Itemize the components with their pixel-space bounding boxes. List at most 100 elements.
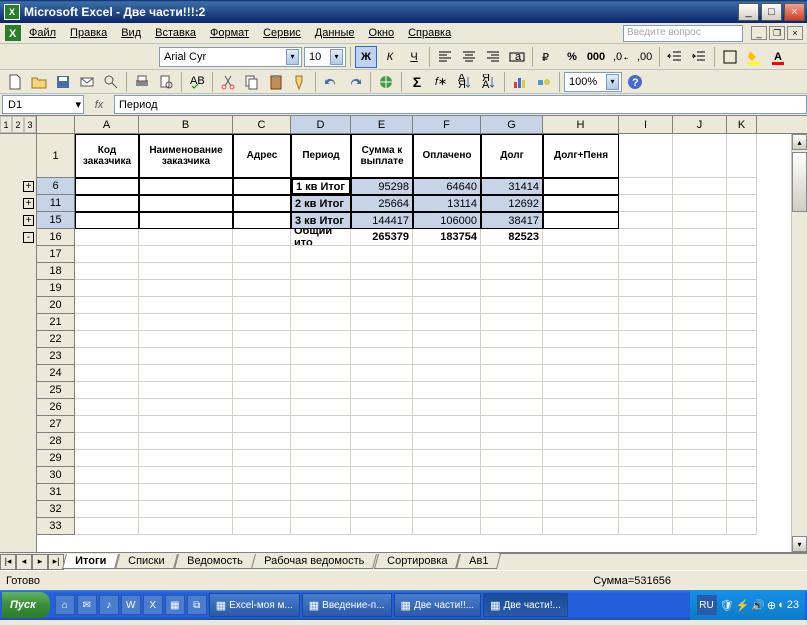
sheet-tab[interactable]: Ав1 [456, 554, 501, 569]
cell[interactable] [481, 501, 543, 518]
quick-launch-icon[interactable]: ♪ [99, 595, 119, 615]
cell[interactable] [543, 399, 619, 416]
tab-nav-first[interactable]: |◂ [0, 554, 16, 570]
cell[interactable] [673, 297, 727, 314]
cell[interactable] [619, 314, 673, 331]
cell[interactable] [673, 246, 727, 263]
menu-insert[interactable]: Вставка [148, 25, 203, 41]
cell[interactable] [481, 484, 543, 501]
grid[interactable]: ABCDEFGHIJK 1Код заказчикаНаименование з… [37, 116, 807, 552]
column-header-H[interactable]: H [543, 116, 619, 133]
row-header[interactable]: 32 [37, 501, 75, 518]
outline-toggle[interactable]: - [23, 232, 34, 243]
sheet-tab[interactable]: Рабочая ведомость [251, 554, 377, 569]
chart-wizard-button[interactable] [509, 71, 531, 93]
cell[interactable] [481, 433, 543, 450]
scroll-thumb[interactable] [792, 152, 807, 212]
tray-icon[interactable]: ⊕ [767, 599, 776, 612]
cell[interactable] [619, 450, 673, 467]
minimize-button[interactable]: _ [738, 3, 759, 21]
cell[interactable] [233, 399, 291, 416]
cell[interactable] [291, 518, 351, 535]
cell[interactable] [673, 229, 727, 246]
cell[interactable] [673, 331, 727, 348]
cell[interactable] [619, 518, 673, 535]
quick-launch-icon[interactable]: ⌂ [55, 595, 75, 615]
cell[interactable] [233, 518, 291, 535]
align-left-button[interactable] [434, 46, 456, 68]
cell[interactable] [619, 297, 673, 314]
row-header[interactable]: 33 [37, 518, 75, 535]
cell[interactable] [233, 314, 291, 331]
menu-data[interactable]: Данные [308, 25, 362, 41]
cell[interactable] [619, 467, 673, 484]
cell[interactable] [619, 501, 673, 518]
vertical-scrollbar[interactable]: ▴ ▾ [791, 134, 807, 552]
cell[interactable] [351, 331, 413, 348]
cell[interactable] [619, 195, 673, 212]
cell[interactable]: 3 кв Итог [291, 212, 351, 229]
cell[interactable] [673, 382, 727, 399]
clock[interactable]: 23 [787, 599, 799, 611]
row-header[interactable]: 29 [37, 450, 75, 467]
cell[interactable] [351, 416, 413, 433]
menu-format[interactable]: Формат [203, 25, 256, 41]
cell[interactable] [673, 450, 727, 467]
underline-button[interactable]: Ч [403, 46, 425, 68]
cell[interactable] [619, 246, 673, 263]
quick-launch-icon[interactable]: X [143, 595, 163, 615]
outline-toggle[interactable]: + [23, 181, 34, 192]
cell[interactable] [291, 382, 351, 399]
cell[interactable]: 82523 [481, 229, 543, 246]
cell[interactable] [673, 263, 727, 280]
cell[interactable] [413, 467, 481, 484]
percent-button[interactable]: % [561, 46, 583, 68]
cell[interactable] [727, 501, 757, 518]
cell[interactable] [673, 433, 727, 450]
fx-icon[interactable]: fx [84, 99, 114, 111]
cell[interactable] [727, 348, 757, 365]
cell[interactable] [75, 212, 139, 229]
align-right-button[interactable] [482, 46, 504, 68]
ask-question-box[interactable]: Введите вопрос [623, 25, 743, 42]
cell[interactable] [75, 399, 139, 416]
row-header[interactable]: 26 [37, 399, 75, 416]
cell[interactable] [351, 280, 413, 297]
cell[interactable] [619, 331, 673, 348]
scroll-down-button[interactable]: ▾ [792, 536, 807, 552]
cell[interactable] [619, 178, 673, 195]
cell[interactable] [233, 212, 291, 229]
cell[interactable] [139, 212, 233, 229]
cell[interactable] [233, 263, 291, 280]
cell[interactable] [481, 314, 543, 331]
cell[interactable] [233, 195, 291, 212]
cut-button[interactable] [217, 71, 239, 93]
save-button[interactable] [52, 71, 74, 93]
decrease-decimal-button[interactable]: ,00→ [633, 46, 655, 68]
cell[interactable] [233, 246, 291, 263]
cell[interactable] [413, 501, 481, 518]
row-header[interactable]: 19 [37, 280, 75, 297]
cell[interactable] [727, 416, 757, 433]
cell[interactable]: 12692 [481, 195, 543, 212]
maximize-button[interactable]: □ [761, 3, 782, 21]
cell[interactable] [75, 331, 139, 348]
cell[interactable] [413, 314, 481, 331]
cell[interactable] [233, 450, 291, 467]
column-header-E[interactable]: E [351, 116, 413, 133]
start-button[interactable]: Пуск [2, 592, 50, 618]
cell[interactable] [543, 314, 619, 331]
cell[interactable] [413, 433, 481, 450]
new-button[interactable] [4, 71, 26, 93]
cell[interactable] [233, 297, 291, 314]
cell[interactable] [413, 382, 481, 399]
mdi-close[interactable]: × [787, 26, 803, 40]
cell[interactable] [233, 365, 291, 382]
cell[interactable] [291, 263, 351, 280]
column-header-J[interactable]: J [673, 116, 727, 133]
row-header[interactable]: 17 [37, 246, 75, 263]
sort-asc-button[interactable]: АЯ [454, 71, 476, 93]
row-header[interactable]: 1 [37, 134, 75, 178]
currency-button[interactable]: ₽ [537, 46, 559, 68]
format-painter-button[interactable] [289, 71, 311, 93]
